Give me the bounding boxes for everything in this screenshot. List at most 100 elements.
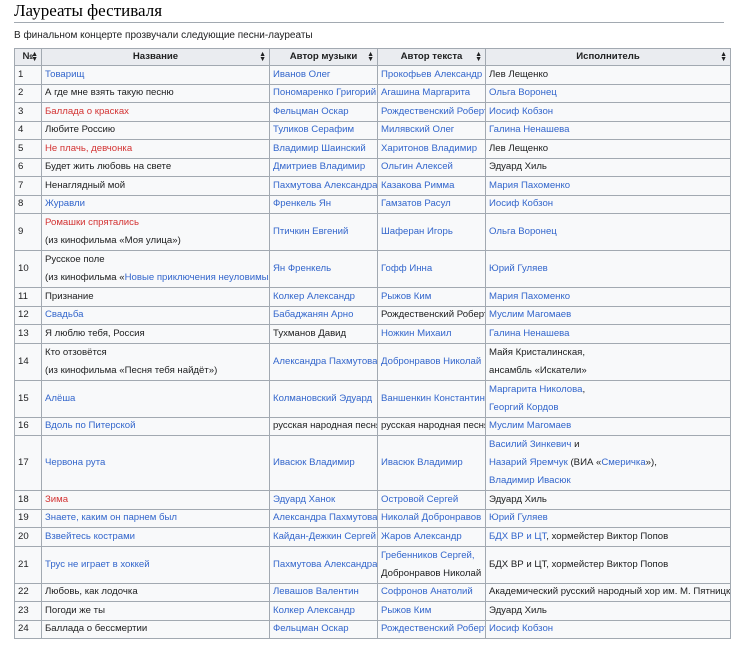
composer-link[interactable]: Колкер Александр [273,605,355,616]
composer-link[interactable]: Колмановский Эдуард [273,393,372,404]
lyricist-link[interactable]: Гамзатов Расул [381,198,451,209]
song-title-link[interactable]: Не плачь, девчонка [45,143,132,154]
composer-link[interactable]: Фельцман Оскар [273,623,349,634]
composer-link[interactable]: Пахмутова Александра [273,180,377,191]
composer-link[interactable]: Владимир Шаинский [273,143,366,154]
composer-link[interactable]: Тухманов Давид [273,328,346,339]
composer-link[interactable]: Александра Пахмутова [273,356,377,367]
lyricist-link[interactable]: Рождественский Роберт [381,106,485,117]
lyricist-link[interactable]: Ивасюк Владимир [381,457,463,468]
lyricist-link[interactable]: Рыжов Ким [381,605,431,616]
ensemble-link[interactable]: Смеричка [601,457,645,468]
performer-link[interactable]: Маргарита Николова [489,384,582,395]
performer-link[interactable]: Эдуард Хиль [489,161,547,172]
performer-link[interactable]: Юрий Гуляев [489,512,548,523]
row-number: 17 [14,435,42,491]
composer-link[interactable]: Бабаджанян Арно [273,309,353,320]
song-title-link[interactable]: Алёша [45,393,75,404]
performer-link[interactable]: Владимир Ивасюк [489,475,727,487]
composer-link[interactable]: Левашов Валентин [273,586,359,597]
lyricist-link[interactable]: Гребенников Сергей, [381,550,482,562]
composer-link[interactable]: Колкер Александр [273,291,355,302]
lyricist-link[interactable]: Харитонов Владимир [381,143,477,154]
lyricist-link[interactable]: Агашина Маргарита [381,87,470,98]
song-title-link[interactable]: Свадьба [45,309,83,320]
sort-arrows-icon[interactable]: ▲ ▼ [31,51,38,63]
lyricist-link[interactable]: Шаферан Игорь [381,226,453,237]
performer-link[interactable]: Галина Ненашева [489,124,570,135]
column-header-performer[interactable]: Исполнитель ▲ ▼ [485,48,731,66]
song-title-link[interactable]: Зима [45,494,68,505]
lyricist-link[interactable]: Гофф Инна [381,263,432,274]
performer-link[interactable]: Муслим Магомаев [489,420,571,431]
song-title-link[interactable]: Трус не играет в хоккей [45,559,150,570]
song-title-link[interactable]: Знаете, каким он парнем был [45,512,177,523]
lyricist-link[interactable]: Ольгин Алексей [381,161,453,172]
performer-link[interactable]: Мария Пахоменко [489,291,570,302]
composer-link[interactable]: Туликов Серафим [273,124,354,135]
sort-arrows-icon[interactable]: ▲ ▼ [259,51,266,63]
lyricist-link[interactable]: Ваншенкин Константин [381,393,485,404]
film-link[interactable]: Новые приключения неуловимых [125,272,269,283]
lyricist-link[interactable]: Казакова Римма [381,180,454,191]
performer-link[interactable]: БДХ ВР и ЦТ [489,531,546,542]
lyricist-link[interactable]: Милявский Олег [381,124,454,135]
composer-link[interactable]: Кайдан-Дежкин Сергей [273,531,376,542]
performer-link[interactable]: Лев Лещенко [489,69,548,80]
composer-link[interactable]: Эдуард Ханок [273,494,335,505]
song-title-link[interactable]: Ромашки спрятались [45,217,266,229]
lyricist-link[interactable]: Николай Добронравов [381,512,481,523]
composer-link[interactable]: Ивасюк Владимир [273,457,355,468]
lyricist-link[interactable]: Добронравов Николай [381,356,481,367]
composer-link[interactable]: Пономаренко Григорий [273,87,376,98]
performer-link[interactable]: Муслим Магомаев [489,309,571,320]
performer-link[interactable]: Иосиф Кобзон [489,106,553,117]
composer-link[interactable]: Френкель Ян [273,198,331,209]
composer-link[interactable]: Александра Пахмутова [273,512,377,523]
lyricist-link[interactable]: Ножкин Михаил [381,328,451,339]
composer-link[interactable]: Фельцман Оскар [273,106,349,117]
performer-link[interactable]: Мария Пахоменко [489,180,570,191]
table-row: 4 Любите Россию Туликов Серафим Милявски… [14,120,731,140]
performer-link[interactable]: Лев Лещенко [489,143,548,154]
sort-arrows-icon[interactable]: ▲ ▼ [720,51,727,63]
performer-link[interactable]: Ольга Воронец [489,226,557,237]
row-number: 19 [14,508,42,528]
composer-link[interactable]: Пахмутова Александра [273,559,377,570]
song-title-link[interactable]: Вдоль по Питерской [45,420,135,431]
performer-link[interactable]: Эдуард Хиль [489,494,547,505]
composer-link[interactable]: Птичкин Евгений [273,226,348,237]
performer-link[interactable]: Майя Кристалинская [489,347,582,358]
composer-link[interactable]: Дмитриев Владимир [273,161,365,172]
column-header-number[interactable]: № ▲ ▼ [14,48,42,66]
table-row: 22 Любовь, как лодочка Левашов Валентин … [14,582,731,602]
performer-link[interactable]: Иосиф Кобзон [489,623,553,634]
song-title-link[interactable]: Товарищ [45,69,84,80]
composer-link[interactable]: Иванов Олег [273,69,330,80]
sort-arrows-icon[interactable]: ▲ ▼ [367,51,374,63]
lyricist-link[interactable]: Прокофьев Александр [381,69,482,80]
song-title-link[interactable]: Журавли [45,198,85,209]
lyricist-link[interactable]: Софронов Анатолий [381,586,473,597]
column-header-lyrics[interactable]: Автор текста ▲ ▼ [377,48,486,66]
composer-link[interactable]: Ян Френкель [273,263,331,274]
performer-link[interactable]: Назарий Яремчук [489,457,568,468]
column-header-title[interactable]: Название ▲ ▼ [41,48,270,66]
song-title-link[interactable]: Червона рута [45,457,105,468]
song-title-link[interactable]: Взвейтесь кострами [45,531,135,542]
lyricist-link[interactable]: Рыжов Ким [381,291,431,302]
performer-link[interactable]: Василий Зинкевич [489,439,571,450]
performer-link[interactable]: Эдуард Хиль [489,605,547,616]
column-header-music[interactable]: Автор музыки ▲ ▼ [269,48,378,66]
performer-link[interactable]: Ольга Воронец [489,87,557,98]
performer-link[interactable]: Галина Ненашева [489,328,570,339]
lyricist-link[interactable]: Островой Сергей [381,494,458,505]
lyricist-link[interactable]: Рождественский Роберт [381,623,485,634]
performer-link[interactable]: Иосиф Кобзон [489,198,553,209]
sort-arrows-icon[interactable]: ▲ ▼ [475,51,482,63]
laureates-table: № ▲ ▼ Название ▲ ▼ Автор музыки ▲ ▼ Автор текс… [14,48,731,639]
performer-link[interactable]: Юрий Гуляев [489,263,548,274]
performer-link[interactable]: Георгий Кордов [489,402,727,414]
song-title-link[interactable]: Баллада о красках [45,106,129,117]
lyricist-link[interactable]: Жаров Александр [381,531,462,542]
